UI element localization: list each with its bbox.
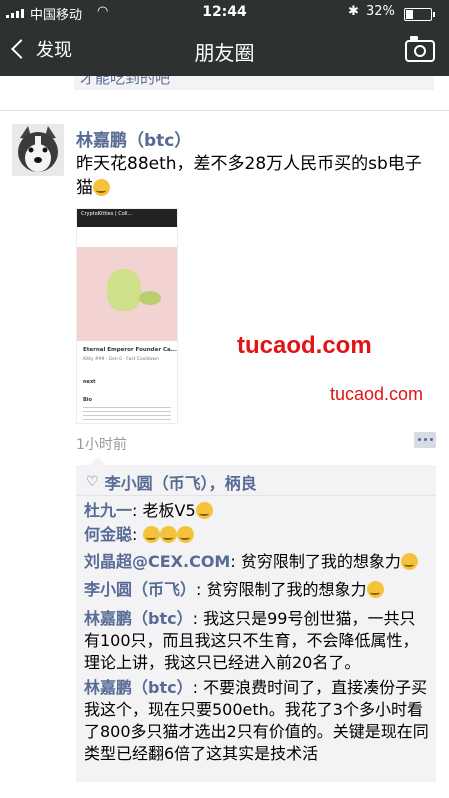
emoji-icon xyxy=(400,553,418,570)
battery-percent: 32% xyxy=(366,4,395,19)
likes-divider xyxy=(76,495,436,496)
page-title: 朋友圈 xyxy=(194,41,255,65)
embedded-url-bar: CryptoKitties | Coll... xyxy=(77,209,177,227)
post-time: 1小时前 xyxy=(76,437,127,453)
comment-item[interactable]: 刘晶超@CEX.COM: 贫穷限制了我的想象力 xyxy=(84,551,430,573)
battery-icon xyxy=(404,8,435,21)
nav-bar: 发现 朋友圈 xyxy=(0,26,449,76)
post-author[interactable]: 林嘉鹏（btc） xyxy=(76,126,191,151)
comment-item[interactable]: 李小圆（币飞）: 贫穷限制了我的想象力 xyxy=(84,579,430,601)
embedded-bio-label: Bio xyxy=(83,397,92,403)
bluetooth-icon: ✱ xyxy=(348,4,359,19)
embedded-cat-meta: Kitty #99 · Gen 0 · Fast Cooldown xyxy=(83,357,159,362)
emoji-icon xyxy=(366,581,384,598)
heart-icon: ♡ xyxy=(86,474,99,490)
comment-item[interactable]: 杜九一: 老板V5 xyxy=(84,500,430,522)
embedded-owner: next xyxy=(83,379,96,385)
emoji-icon xyxy=(176,526,194,543)
embedded-bio-text xyxy=(83,407,171,421)
emoji-icon xyxy=(159,526,177,543)
watermark-large: tucaod.com xyxy=(237,332,372,359)
husky-avatar-image xyxy=(12,124,64,176)
comment-item[interactable]: 林嘉鹏（btc）: 不要浪费时间了，直接凑份子买我这个，现在只要500eth。我… xyxy=(84,677,430,765)
post-text: 昨天花88eth，差不多28万人民币买的sb电子猫 xyxy=(76,154,422,198)
emoji-icon xyxy=(195,502,213,519)
likes-names[interactable]: 李小圆（币飞），柄良 xyxy=(105,470,257,494)
comment-item[interactable]: 何金聪: xyxy=(84,524,430,546)
emoji-icon xyxy=(142,526,160,543)
embedded-cat-title: Eternal Emperor Founder Ca... xyxy=(83,347,177,353)
status-bar: 中国移动 ◠ 12:44 ✱ 32% xyxy=(0,0,449,26)
cover-mouth-emoji-icon xyxy=(93,179,110,196)
previous-post-fragment: 才能吃到的吧 xyxy=(74,76,434,90)
comment-item[interactable]: 林嘉鹏（btc）: 我这只是99号创世猫，一共只有100只，而且我这只不生育，不… xyxy=(84,608,430,674)
post-divider xyxy=(0,110,449,111)
likes-row: ♡ 李小圆（币飞），柄良 xyxy=(86,470,257,494)
cat-illustration xyxy=(77,247,177,341)
avatar[interactable] xyxy=(12,124,64,176)
comments-panel: ♡ 李小圆（币飞），柄良 杜九一: 老板V5 何金聪: 刘晶超@CEX.COM:… xyxy=(76,457,436,782)
comment-more-button[interactable] xyxy=(414,432,436,448)
watermark-small: tucaod.com xyxy=(330,384,424,404)
camera-icon[interactable] xyxy=(405,36,435,62)
post-image[interactable]: CryptoKitties | Coll... Eternal Emperor … xyxy=(76,208,178,424)
